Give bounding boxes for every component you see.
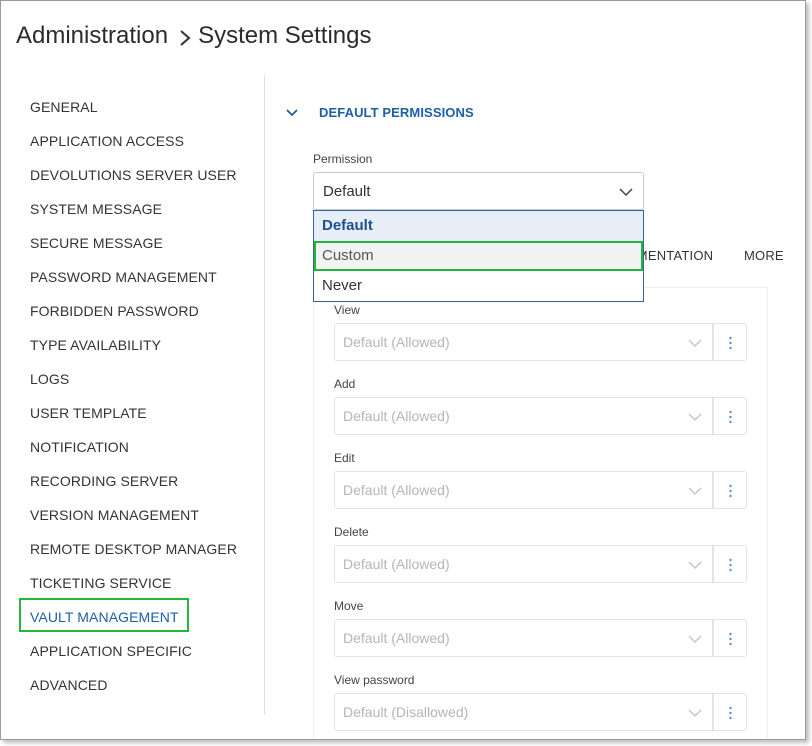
sidebar-item-password-management[interactable]: PASSWORD MANAGEMENT <box>30 269 217 285</box>
chevron-down-icon <box>688 336 702 350</box>
sidebar-item-user-template[interactable]: USER TEMPLATE <box>30 405 147 421</box>
option-never[interactable]: Never <box>314 271 643 301</box>
chevron-right-icon <box>178 29 192 46</box>
select-value: Default (Allowed) <box>343 482 450 498</box>
section-title: DEFAULT PERMISSIONS <box>319 105 474 120</box>
breadcrumb-root[interactable]: Administration <box>16 22 168 50</box>
chevron-down-icon <box>688 558 702 572</box>
chevron-down-icon <box>688 706 702 720</box>
select-value: Default (Allowed) <box>343 630 450 646</box>
field-label-view: View <box>334 303 360 317</box>
section-header-default-permissions[interactable]: DEFAULT PERMISSIONS <box>285 105 474 120</box>
select-delete: Default (Allowed) <box>334 545 713 583</box>
sidebar-item-general[interactable]: GENERAL <box>30 99 98 115</box>
sidebar-item-devolutions-server-user[interactable]: DEVOLUTIONS SERVER USER <box>30 167 237 183</box>
permission-select[interactable]: Default <box>313 172 644 210</box>
more-options-button-delete[interactable] <box>713 545 747 583</box>
sidebar-item-forbidden-password[interactable]: FORBIDDEN PASSWORD <box>30 303 199 319</box>
permission-label: Permission <box>313 152 373 166</box>
highlight-outline-custom <box>314 241 643 271</box>
sidebar-item-logs[interactable]: LOGS <box>30 371 69 387</box>
sidebar-item-application-access[interactable]: APPLICATION ACCESS <box>30 133 184 149</box>
kebab-icon <box>729 410 732 424</box>
chevron-down-icon <box>688 410 702 424</box>
tab-documentation[interactable]: IMENTATION <box>633 248 713 263</box>
more-options-button-edit[interactable] <box>713 471 747 509</box>
kebab-icon <box>729 632 732 646</box>
more-options-button-add[interactable] <box>713 397 747 435</box>
permission-select-value: Default <box>323 183 371 200</box>
more-options-button-view-password[interactable] <box>713 693 747 731</box>
chevron-down-icon <box>688 632 702 646</box>
select-view: Default (Allowed) <box>334 323 713 361</box>
chevron-down-icon[interactable] <box>285 106 299 120</box>
sidebar-item-application-specific[interactable]: APPLICATION SPECIFIC <box>30 643 192 659</box>
select-value: Default (Disallowed) <box>343 704 469 720</box>
sidebar-divider <box>264 75 265 715</box>
field-label-delete: Delete <box>334 525 369 539</box>
select-move: Default (Allowed) <box>334 619 713 657</box>
sidebar-item-system-message[interactable]: SYSTEM MESSAGE <box>30 201 162 217</box>
field-label-move: Move <box>334 599 364 613</box>
sidebar-item-notification[interactable]: NOTIFICATION <box>30 439 129 455</box>
sidebar-item-advanced[interactable]: ADVANCED <box>30 677 108 693</box>
kebab-icon <box>729 484 732 498</box>
breadcrumb: Administration System Settings <box>16 21 371 51</box>
field-label-edit: Edit <box>334 451 355 465</box>
chevron-down-icon <box>688 484 702 498</box>
app-window: Administration System Settings GENERAL A… <box>0 0 806 740</box>
field-label-view-password: View password <box>334 673 415 687</box>
option-default[interactable]: Default <box>314 211 643 241</box>
breadcrumb-current: System Settings <box>198 22 372 49</box>
kebab-icon <box>729 336 732 350</box>
select-value: Default (Allowed) <box>343 408 450 424</box>
sidebar-item-version-management[interactable]: VERSION MANAGEMENT <box>30 507 199 523</box>
sidebar-item-recording-server[interactable]: RECORDING SERVER <box>30 473 178 489</box>
select-add: Default (Allowed) <box>334 397 713 435</box>
sidebar-item-secure-message[interactable]: SECURE MESSAGE <box>30 235 163 251</box>
kebab-icon <box>729 706 732 720</box>
highlight-outline-vault-management <box>19 598 189 632</box>
sidebar-item-ticketing-service[interactable]: TICKETING SERVICE <box>30 575 171 591</box>
select-value: Default (Allowed) <box>343 334 450 350</box>
sidebar-item-remote-desktop-manager[interactable]: REMOTE DESKTOP MANAGER <box>30 541 237 557</box>
select-view-password: Default (Disallowed) <box>334 693 713 731</box>
select-edit: Default (Allowed) <box>334 471 713 509</box>
sidebar-item-type-availability[interactable]: TYPE AVAILABILITY <box>30 337 161 353</box>
select-value: Default (Allowed) <box>343 556 450 572</box>
kebab-icon <box>729 558 732 572</box>
more-options-button-view[interactable] <box>713 323 747 361</box>
chevron-down-icon <box>619 185 633 199</box>
more-options-button-move[interactable] <box>713 619 747 657</box>
field-label-add: Add <box>334 377 356 391</box>
tab-more[interactable]: MORE <box>744 248 784 263</box>
